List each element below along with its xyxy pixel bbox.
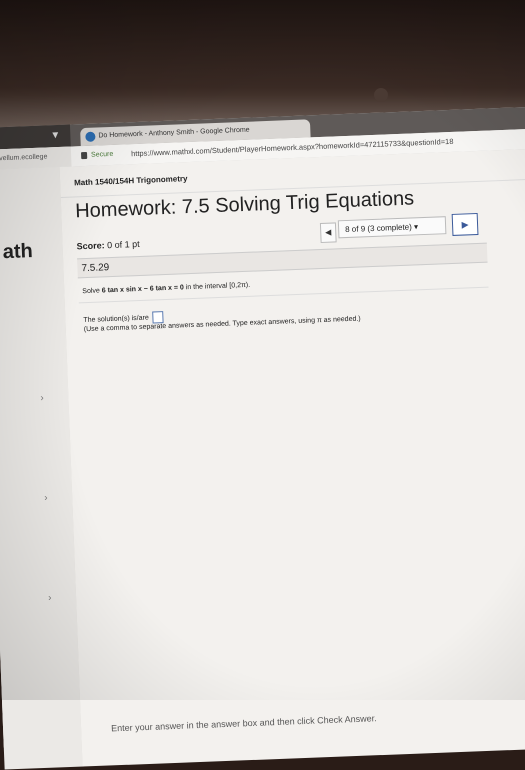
sidebar-title: ath — [2, 240, 34, 264]
prompt-suffix: in the interval [0,2π). — [185, 281, 251, 292]
score: Score: 0 of 1 pt — [76, 239, 139, 251]
secure-label: Secure — [90, 150, 114, 159]
pearson-favicon-icon — [85, 131, 96, 142]
tab-title: Do Homework - Anthony Smith - Google Chr… — [98, 126, 250, 140]
triangle-right-icon: ▶ — [461, 219, 469, 230]
triangle-left-icon: ◀ — [325, 227, 332, 237]
prompt-prefix: Solve — [82, 287, 100, 296]
question-prompt: Solve 6 tan x sin x − 6 tan x = 0 in the… — [82, 282, 250, 295]
solution-label: The solution(s) is/are — [83, 314, 149, 325]
chevron-right-icon[interactable]: › — [44, 493, 48, 504]
homework-title: Homework: 7.5 Solving Trig Equations — [74, 187, 415, 223]
browser-window: ▼ Do Homework - Anthony Smith - Google C… — [0, 105, 525, 770]
webcam-dot — [374, 88, 388, 102]
previous-question-button[interactable]: ◀ — [319, 222, 337, 244]
chevron-down-icon: ▾ — [413, 222, 419, 232]
homework-panel: Math 1540/154H Trigonometry Homework: 7.… — [59, 147, 525, 767]
footer-instruction: Enter your answer in the answer box and … — [110, 713, 377, 734]
prompt-equation: 6 tan x sin x − 6 tan x = 0 — [101, 284, 184, 295]
question-id: 7.5.29 — [81, 262, 110, 275]
chevron-down-icon[interactable]: ▼ — [50, 130, 60, 141]
score-label: Score: — [76, 240, 105, 252]
next-question-button[interactable]: ▶ — [451, 212, 479, 236]
lock-icon — [81, 151, 88, 160]
question-selector-label: 8 of 9 (3 complete) — [344, 222, 412, 235]
chevron-right-icon[interactable]: › — [48, 593, 52, 604]
question-selector[interactable]: 8 of 9 (3 complete) ▾ — [337, 216, 447, 239]
answer-input[interactable] — [152, 311, 164, 324]
chevron-right-icon[interactable]: › — [40, 393, 44, 404]
course-title: Math 1540/154H Trigonometry — [74, 174, 188, 188]
score-value: 0 of 1 pt — [106, 238, 140, 251]
